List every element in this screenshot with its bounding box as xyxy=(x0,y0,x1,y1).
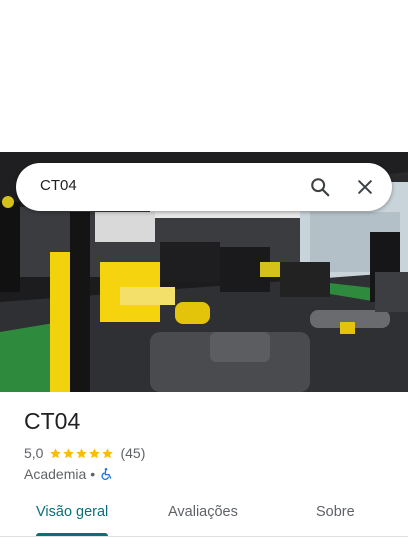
close-icon xyxy=(358,180,372,194)
tab-bar: Visão geral Avaliações Sobre xyxy=(0,490,408,537)
tab-overview[interactable]: Visão geral xyxy=(36,504,108,520)
search-input[interactable]: CT04 xyxy=(40,177,77,194)
active-tab-indicator xyxy=(36,533,108,536)
tab-about[interactable]: Sobre xyxy=(316,504,355,520)
close-button[interactable] xyxy=(349,171,381,203)
rating-value: 5,0 xyxy=(24,445,44,461)
search-bar[interactable]: CT04 xyxy=(16,163,392,211)
star-icon xyxy=(89,447,101,458)
place-category: Academia xyxy=(24,466,87,482)
star-icon xyxy=(50,447,62,458)
category-row: Academia • xyxy=(24,465,113,483)
review-count[interactable]: (45) xyxy=(120,445,145,461)
star-icon xyxy=(63,447,75,458)
place-title: CT04 xyxy=(24,408,81,434)
search-icon xyxy=(311,178,330,197)
star-icon xyxy=(102,447,114,458)
tab-reviews[interactable]: Avaliações xyxy=(168,504,238,520)
star-icon xyxy=(76,447,88,458)
rating-stars xyxy=(49,447,114,460)
rating-row[interactable]: 5,0 (45) xyxy=(24,444,145,462)
map-area xyxy=(0,0,408,152)
search-button[interactable] xyxy=(304,171,336,203)
separator-dot: • xyxy=(90,466,96,482)
wheelchair-icon xyxy=(101,468,112,480)
